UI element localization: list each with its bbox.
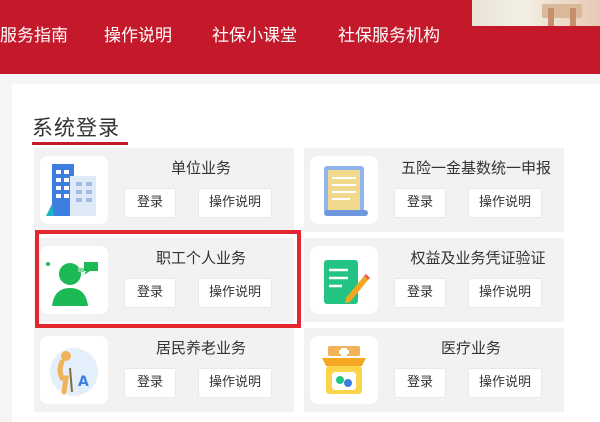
- medical-shop-icon: [310, 336, 378, 404]
- login-button[interactable]: 登录: [124, 278, 176, 308]
- form-pen-icon: [310, 246, 378, 314]
- nav-item-social-class[interactable]: 社保小课堂: [212, 24, 297, 48]
- header-decoration-image: [472, 0, 600, 26]
- card-medical: 医疗业务 登录 操作说明: [304, 328, 564, 412]
- card-rights-verification: 权益及业务凭证验证 登录 操作说明: [304, 238, 564, 322]
- operation-guide-button[interactable]: 操作说明: [468, 278, 542, 308]
- login-button[interactable]: 登录: [124, 368, 176, 398]
- top-nav-bar: 服务指南 操作说明 社保小课堂 社保服务机构: [0, 0, 600, 74]
- nav-item-operation-guide[interactable]: 操作说明: [104, 24, 172, 48]
- operation-guide-button[interactable]: 操作说明: [198, 278, 272, 308]
- login-button[interactable]: 登录: [394, 278, 446, 308]
- card-title: 权益及业务凭证验证: [410, 249, 546, 267]
- card-employee-personal: 职工个人业务 登录 操作说明: [34, 238, 294, 322]
- building-icon: [40, 156, 108, 224]
- operation-guide-button[interactable]: 操作说明: [198, 368, 272, 398]
- svg-text:A: A: [78, 374, 89, 390]
- card-five-insurance-declare: 五险一金基数统一申报 登录 操作说明: [304, 148, 564, 232]
- card-unit-business: 单位业务 登录 操作说明: [34, 148, 294, 232]
- card-title: 职工个人业务: [155, 249, 246, 267]
- section-title: 系统登录: [32, 116, 120, 140]
- card-title: 医疗业务: [440, 339, 501, 357]
- login-button[interactable]: 登录: [124, 188, 176, 218]
- card-resident-pension: A 居民养老业务 登录 操作说明: [34, 328, 294, 412]
- operation-guide-button[interactable]: 操作说明: [468, 188, 542, 218]
- nav-item-service-agencies[interactable]: 社保服务机构: [338, 24, 440, 48]
- login-button[interactable]: 登录: [394, 188, 446, 218]
- section-title-underline: [32, 142, 128, 145]
- card-title: 单位业务: [170, 159, 231, 177]
- nav-item-service-guide[interactable]: 服务指南: [0, 24, 68, 48]
- login-button[interactable]: 登录: [394, 368, 446, 398]
- card-title: 居民养老业务: [155, 339, 246, 357]
- operation-guide-button[interactable]: 操作说明: [468, 368, 542, 398]
- elderly-icon: A: [40, 336, 108, 404]
- card-title: 五险一金基数统一申报: [400, 159, 551, 177]
- document-scroll-icon: [310, 156, 378, 224]
- person-chat-icon: [40, 246, 108, 314]
- operation-guide-button[interactable]: 操作说明: [198, 188, 272, 218]
